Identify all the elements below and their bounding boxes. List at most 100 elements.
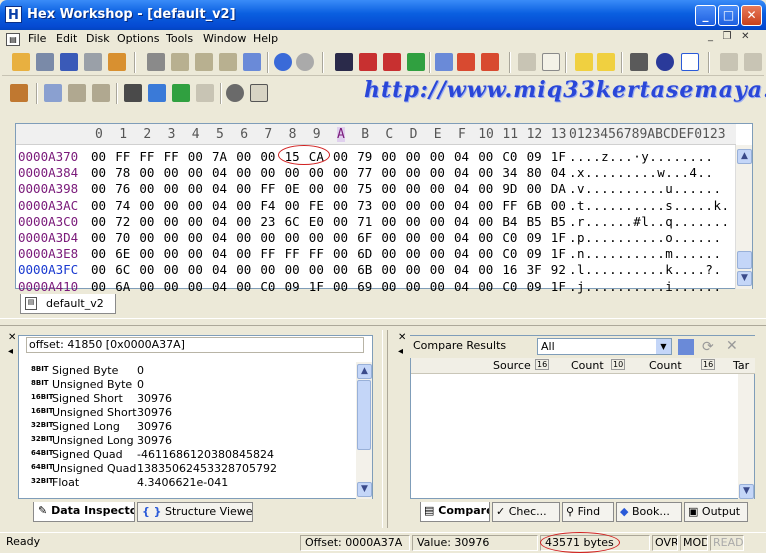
hex-byte[interactable]: FE: [309, 198, 324, 213]
hex-byte[interactable]: 00: [188, 279, 203, 294]
hex-byte[interactable]: B5: [527, 214, 542, 229]
pane-splitter[interactable]: [382, 330, 388, 528]
find-previous-icon[interactable]: [359, 53, 377, 71]
redo-icon[interactable]: [296, 53, 314, 71]
scroll-down-icon[interactable]: ▼: [737, 271, 752, 286]
cut-icon[interactable]: [147, 53, 165, 71]
close-compare-pane-icon[interactable]: ✕: [398, 332, 406, 343]
mdi-minimize-icon[interactable]: _: [708, 31, 713, 42]
collapse-pane-icon[interactable]: ◂: [8, 346, 13, 357]
hex-byte[interactable]: 00: [164, 214, 179, 229]
hex-byte[interactable]: 00: [430, 262, 445, 277]
hex-row[interactable]: 0000A3FC 00 6C 00 00 00 04 00 00 00 00 00 6B 00 00 00 04…: [16, 262, 736, 278]
hex-byte[interactable]: 00: [478, 214, 493, 229]
hex-byte[interactable]: 00: [430, 181, 445, 196]
hex-byte[interactable]: 00: [139, 181, 154, 196]
undo-icon[interactable]: [274, 53, 292, 71]
compare-icon[interactable]: [435, 53, 453, 71]
hex-byte[interactable]: 00: [406, 246, 421, 261]
hex-byte[interactable]: 6A: [115, 279, 130, 294]
hex-byte[interactable]: 00: [164, 246, 179, 261]
structure-icon[interactable]: [148, 84, 166, 102]
col-count-2[interactable]: Count: [649, 359, 682, 372]
open-drive-icon[interactable]: [36, 53, 54, 71]
hex-byte[interactable]: 00: [139, 230, 154, 245]
hex-byte[interactable]: 6C: [115, 262, 130, 277]
col-source[interactable]: Source: [493, 359, 531, 372]
hex-scrollbar[interactable]: ▲ ▼: [735, 145, 752, 289]
tab-bookmarks[interactable]: ◆ Book...: [616, 502, 682, 522]
settings-gear-icon[interactable]: [226, 84, 244, 102]
menu-disk[interactable]: Disk: [86, 32, 110, 45]
hex-byte[interactable]: 00: [188, 181, 203, 196]
hex-byte[interactable]: 00: [139, 214, 154, 229]
hex-byte[interactable]: 00: [164, 262, 179, 277]
tab-checksum[interactable]: ✓ Chec...: [492, 502, 560, 522]
first-record-icon[interactable]: [720, 53, 738, 71]
bookmark-add-icon[interactable]: [575, 53, 593, 71]
hex-byte[interactable]: B4: [502, 214, 517, 229]
hex-byte[interactable]: 00: [188, 198, 203, 213]
tab-output[interactable]: ▣ Output: [684, 502, 748, 522]
hex-byte[interactable]: 00: [381, 246, 396, 261]
hex-byte[interactable]: C0: [502, 246, 517, 261]
menu-help[interactable]: Help: [253, 32, 278, 45]
hex-row-ascii[interactable]: .p..........o......: [569, 230, 722, 245]
collapse-compare-pane-icon[interactable]: ◂: [398, 346, 403, 357]
hex-byte[interactable]: 00: [333, 149, 348, 164]
chevron-down-icon[interactable]: ▼: [656, 339, 671, 354]
delete-icon[interactable]: ✕: [726, 338, 742, 354]
hex-byte[interactable]: 00: [139, 262, 154, 277]
inspector-pane-handle[interactable]: ✕ ◂: [6, 332, 18, 362]
hex-byte[interactable]: 00: [188, 165, 203, 180]
inspector-row[interactable]: 32BIT Float 4.3406621e-041: [26, 476, 356, 490]
hex-byte[interactable]: 00: [236, 181, 251, 196]
inspector-row[interactable]: 64BIT Signed Quad -4611686120380845824: [26, 448, 356, 462]
hex-byte[interactable]: 00: [164, 230, 179, 245]
hex-byte[interactable]: 00: [430, 165, 445, 180]
copy-icon[interactable]: [171, 53, 189, 71]
compare-export-icon[interactable]: [678, 339, 694, 355]
splitter[interactable]: [0, 318, 766, 326]
close-button[interactable]: ✕: [741, 5, 762, 26]
hex-byte[interactable]: C0: [502, 230, 517, 245]
hex-byte[interactable]: 00: [381, 149, 396, 164]
hex-byte[interactable]: 80: [527, 165, 542, 180]
hex-byte[interactable]: DA: [551, 181, 566, 196]
hex-byte[interactable]: 71: [357, 214, 372, 229]
menu-tools[interactable]: Tools: [166, 32, 193, 45]
hex-byte[interactable]: C0: [260, 279, 275, 294]
hex-row-ascii[interactable]: .j..........i......: [569, 279, 722, 294]
compare-scroll-down-icon[interactable]: ▼: [739, 484, 754, 499]
hex-row-ascii[interactable]: .n..........m......: [569, 246, 722, 261]
hex-byte[interactable]: 00: [381, 262, 396, 277]
hex-byte[interactable]: FF: [502, 198, 517, 213]
calculator-icon[interactable]: [250, 84, 268, 102]
col-count[interactable]: Count: [571, 359, 604, 372]
hex-byte[interactable]: 04: [454, 165, 469, 180]
hex-byte[interactable]: 00: [164, 181, 179, 196]
block-icon[interactable]: [68, 84, 86, 102]
col-target[interactable]: Tar: [733, 359, 749, 372]
hex-byte[interactable]: 00: [406, 198, 421, 213]
hex-byte[interactable]: 00: [188, 149, 203, 164]
inspector-row[interactable]: 32BIT Unsigned Long 30976: [26, 434, 356, 448]
hex-byte[interactable]: 04: [212, 230, 227, 245]
hex-byte[interactable]: 00: [430, 149, 445, 164]
hex-byte[interactable]: 00: [139, 246, 154, 261]
plugin-icon[interactable]: [172, 84, 190, 102]
hex-byte[interactable]: 6F: [357, 230, 372, 245]
motorola-icon[interactable]: [656, 53, 674, 71]
hex-byte[interactable]: 00: [260, 230, 275, 245]
bookmark-goto-icon[interactable]: [481, 53, 499, 71]
hex-byte[interactable]: 1F: [551, 230, 566, 245]
hex-byte[interactable]: 00: [478, 230, 493, 245]
hex-byte[interactable]: 73: [357, 198, 372, 213]
hex-byte[interactable]: 00: [285, 262, 300, 277]
hex-byte[interactable]: 00: [430, 246, 445, 261]
print-icon[interactable]: [84, 53, 102, 71]
hex-byte[interactable]: 16: [502, 262, 517, 277]
hex-byte[interactable]: 04: [212, 198, 227, 213]
inspector-scrollbar[interactable]: ▲ ▼: [356, 362, 372, 499]
hex-byte[interactable]: 76: [115, 181, 130, 196]
